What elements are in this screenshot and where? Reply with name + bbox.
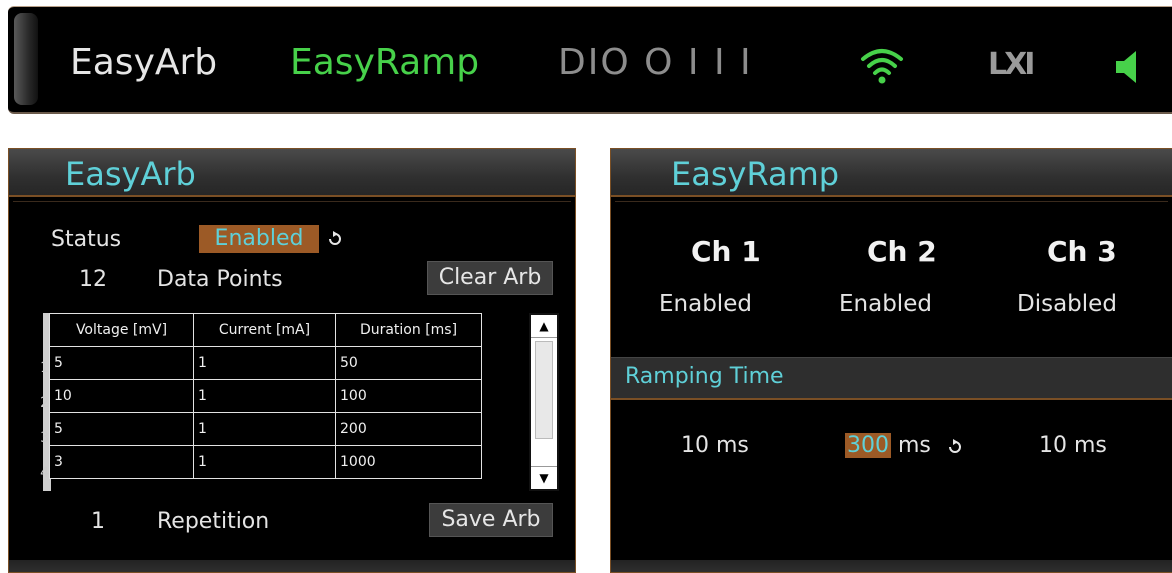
top-status-bar: EasyArb EasyRamp DIO O I I I LXI <box>8 6 1172 114</box>
channel-3-ramp-time[interactable]: 10 ms <box>1039 433 1107 458</box>
ramping-time-band: Ramping Time <box>611 357 1172 400</box>
row-number: 2 <box>40 395 49 411</box>
data-points-count[interactable]: 12 <box>79 267 107 292</box>
easyramp-footer <box>611 560 1172 572</box>
cell-duration[interactable]: 100 <box>335 379 482 413</box>
cell-duration[interactable]: 1000 <box>335 445 482 479</box>
table-row[interactable]: 5 1 200 <box>49 412 482 446</box>
tab-easyramp[interactable]: EasyRamp <box>290 43 479 83</box>
repetition-label: Repetition <box>157 509 270 534</box>
lxi-icon: LXI <box>988 47 1035 82</box>
cell-current[interactable]: 1 <box>193 379 336 413</box>
table-row[interactable]: 5 1 50 <box>49 346 482 380</box>
easyramp-header: EasyRamp <box>611 149 1172 197</box>
arb-data-table: Voltage [mV] Current [mA] Duration [ms] … <box>49 313 482 479</box>
tab-easyarb[interactable]: EasyArb <box>70 43 217 83</box>
cell-voltage[interactable]: 5 <box>49 412 194 446</box>
cell-duration[interactable]: 200 <box>335 412 482 446</box>
cell-current[interactable]: 1 <box>193 445 336 479</box>
channel-1-state[interactable]: Enabled <box>659 291 752 317</box>
channel-2-state[interactable]: Enabled <box>839 291 932 317</box>
table-row[interactable]: 10 1 100 <box>49 379 482 413</box>
data-points-label: Data Points <box>157 267 283 292</box>
tab-dio[interactable]: DIO O I I I <box>558 43 753 83</box>
status-label: Status <box>51 227 122 252</box>
cycle-icon[interactable] <box>947 439 963 455</box>
header-voltage: Voltage [mV] <box>49 313 194 347</box>
scroll-down-arrow-icon[interactable]: ▼ <box>531 466 557 489</box>
status-value-field[interactable]: Enabled <box>199 225 319 253</box>
channel-1-heading: Ch 1 <box>691 235 761 268</box>
scroll-up-arrow-icon[interactable]: ▲ <box>531 315 557 338</box>
cell-current[interactable]: 1 <box>193 346 336 380</box>
header-current: Current [mA] <box>193 313 336 347</box>
speaker-icon[interactable] <box>1112 47 1152 87</box>
table-header-row: Voltage [mV] Current [mA] Duration [ms] <box>49 313 482 347</box>
cell-voltage[interactable]: 3 <box>49 445 194 479</box>
table-row[interactable]: 3 1 1000 <box>49 445 482 479</box>
channel-2-ramp-time[interactable]: 300 ms <box>845 433 931 458</box>
row-number: 1 <box>40 360 49 376</box>
bar-grip-handle <box>14 13 38 105</box>
easyarb-title: EasyArb <box>65 155 196 193</box>
cell-voltage[interactable]: 5 <box>49 346 194 380</box>
cell-current[interactable]: 1 <box>193 412 336 446</box>
repetition-count[interactable]: 1 <box>91 509 105 534</box>
easyarb-panel: EasyArb Status Enabled 12 Data Points Cl… <box>8 148 576 573</box>
cell-duration[interactable]: 50 <box>335 346 482 380</box>
clear-arb-button[interactable]: Clear Arb <box>427 261 553 295</box>
ramping-time-label: Ramping Time <box>625 364 784 389</box>
wifi-icon <box>861 49 903 84</box>
cell-voltage[interactable]: 10 <box>49 379 194 413</box>
channel-3-heading: Ch 3 <box>1047 235 1117 268</box>
save-arb-button[interactable]: Save Arb <box>429 503 553 537</box>
header-duration: Duration [ms] <box>335 313 482 347</box>
channel-2-heading: Ch 2 <box>867 235 937 268</box>
channel-1-ramp-time[interactable]: 10 ms <box>681 433 749 458</box>
ramp-time-edit-value[interactable]: 300 <box>845 433 891 458</box>
table-scrollbar[interactable]: ▲ ▼ <box>529 313 559 491</box>
channel-3-state[interactable]: Disabled <box>1017 291 1117 317</box>
easyramp-title: EasyRamp <box>671 155 840 193</box>
ramp-time-unit: ms <box>898 433 931 458</box>
row-number: 4 <box>40 465 49 481</box>
cycle-icon[interactable] <box>327 231 343 247</box>
row-number: 3 <box>40 430 49 446</box>
easyarb-footer <box>9 560 575 572</box>
scrollbar-thumb[interactable] <box>535 341 553 439</box>
easyarb-header: EasyArb <box>9 149 575 197</box>
easyramp-panel: EasyRamp Ch 1 Ch 2 Ch 3 Enabled Enabled … <box>610 148 1172 573</box>
